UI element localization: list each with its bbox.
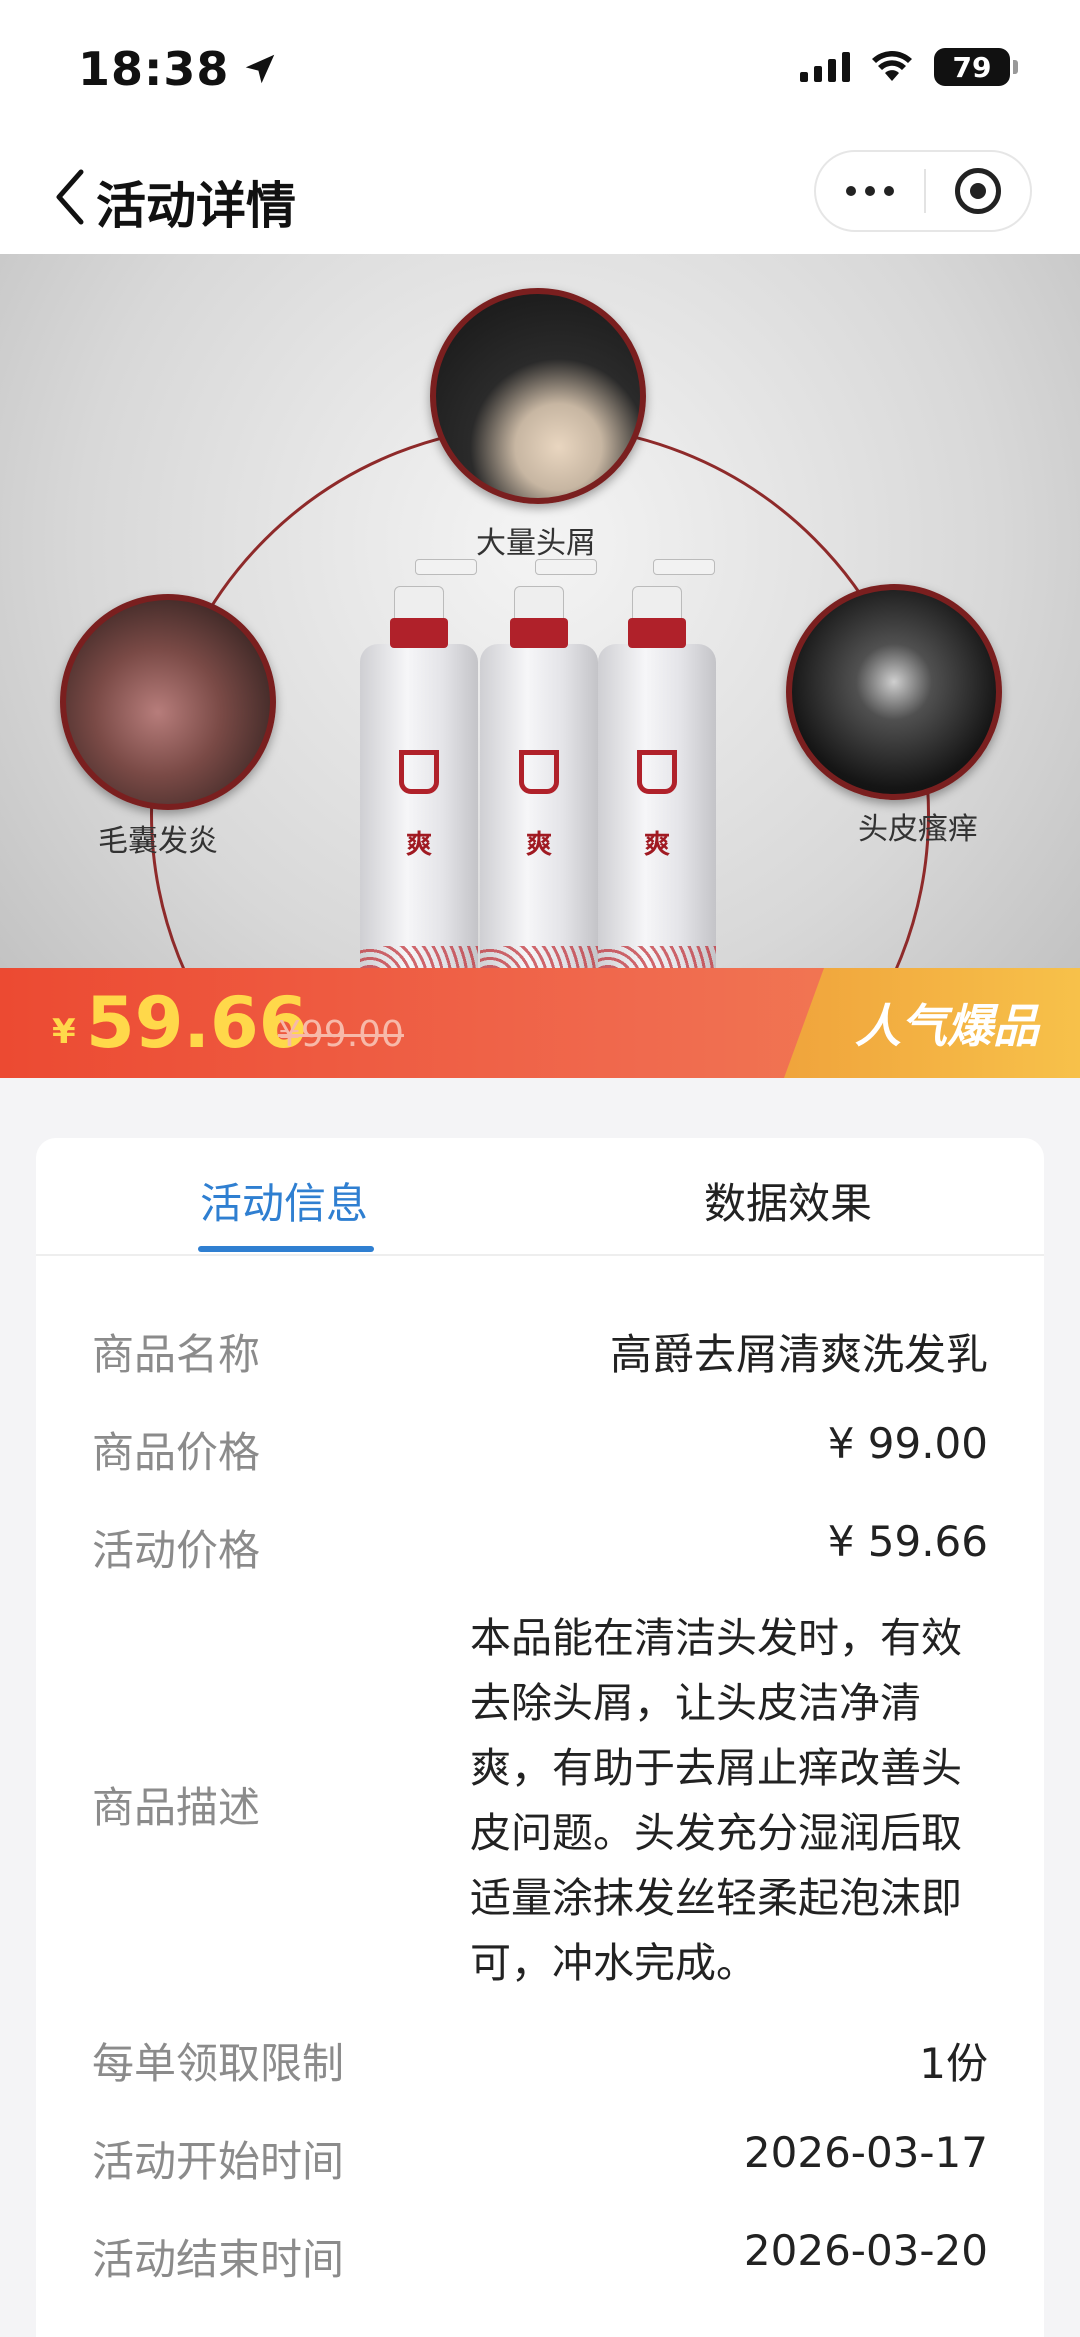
bottle-label: 爽 [643, 830, 670, 860]
start-time-label: 活动开始时间 [92, 2137, 345, 2186]
miniprogram-capsule [814, 150, 1032, 232]
price-currency: ¥ [52, 1012, 76, 1052]
page-title: 活动详情 [96, 177, 296, 235]
itchy-scalp-image [786, 584, 1002, 800]
end-time-value: 2026-03-20 [743, 2226, 988, 2275]
active-tab-indicator [198, 1246, 374, 1252]
tab-activity-info[interactable]: 活动信息 [200, 1170, 368, 1231]
hot-product-badge: 人气爆品 [784, 968, 1080, 1078]
product-price-label: 商品价格 [92, 1428, 261, 1477]
nav-bar: 活动详情 [0, 140, 1080, 254]
follicle-inflammation-image [60, 594, 276, 810]
battery-icon: 79 [934, 48, 1018, 86]
product-description-value: 本品能在清洁头发时，有效去除头屑，让头皮洁净清爽，有助于去屑止痒改善头皮问题。头… [470, 1614, 962, 1987]
battery-level: 79 [952, 50, 992, 84]
status-bar: 18:38 79 [0, 0, 1080, 140]
shampoo-bottle-image: 爽 [598, 559, 716, 984]
more-dot-icon [846, 186, 856, 196]
product-banner[interactable]: 大量头屑 毛囊发炎 头皮瘙痒 爽 爽 爽 [0, 254, 1080, 1078]
order-limit-value: 1份 [919, 2039, 988, 2088]
product-price-value: ¥ 99.00 [827, 1419, 988, 1468]
tab-data-effect[interactable]: 数据效果 [704, 1170, 872, 1231]
tab-bar: 活动信息 数据效果 [36, 1138, 1044, 1256]
close-miniprogram-button[interactable] [926, 152, 1030, 230]
activity-card: 活动信息 数据效果 商品名称 高爵去屑清爽洗发乳 商品价格 ¥ 99.00 活动… [36, 1138, 1044, 2337]
bottle-label: 爽 [405, 830, 432, 860]
shampoo-bottle-image: 爽 [480, 559, 598, 984]
end-time-label: 活动结束时间 [92, 2235, 345, 2284]
activity-price-label: 活动价格 [92, 1526, 261, 1575]
current-price: 59.66 [86, 982, 308, 1064]
wifi-icon [872, 51, 912, 81]
status-time: 18:38 [78, 42, 279, 96]
hot-product-label: 人气爆品 [855, 999, 1039, 1053]
activity-price-value: ¥ 59.66 [827, 1517, 988, 1566]
start-time-value: 2026-03-17 [743, 2128, 988, 2177]
banner-label-left: 毛囊发炎 [98, 824, 218, 859]
order-limit-label: 每单领取限制 [92, 2039, 345, 2088]
product-description-label: 商品描述 [92, 1783, 261, 1832]
location-arrow-icon [246, 54, 275, 84]
banner-label-top: 大量头屑 [476, 526, 596, 561]
dandruff-scalp-image [430, 288, 646, 504]
shampoo-bottle-image: 爽 [360, 559, 478, 984]
back-button[interactable] [40, 162, 100, 232]
more-dot-icon [884, 186, 894, 196]
chevron-left-icon [56, 169, 84, 225]
status-time-text: 18:38 [78, 42, 230, 96]
more-button[interactable] [816, 152, 924, 230]
original-price: ¥99.00 [278, 1014, 404, 1055]
cellular-signal-icon [800, 52, 850, 82]
target-icon [955, 168, 1001, 214]
more-dot-icon [865, 186, 875, 196]
product-name-value: 高爵去屑清爽洗发乳 [609, 1330, 988, 1379]
banner-label-right: 头皮瘙痒 [858, 812, 978, 847]
bottle-label: 爽 [525, 830, 552, 860]
status-icons: 79 [800, 48, 1018, 86]
product-name-label: 商品名称 [92, 1330, 261, 1379]
price-strip: ¥ 59.66 ¥99.00 人气爆品 [0, 968, 1080, 1078]
